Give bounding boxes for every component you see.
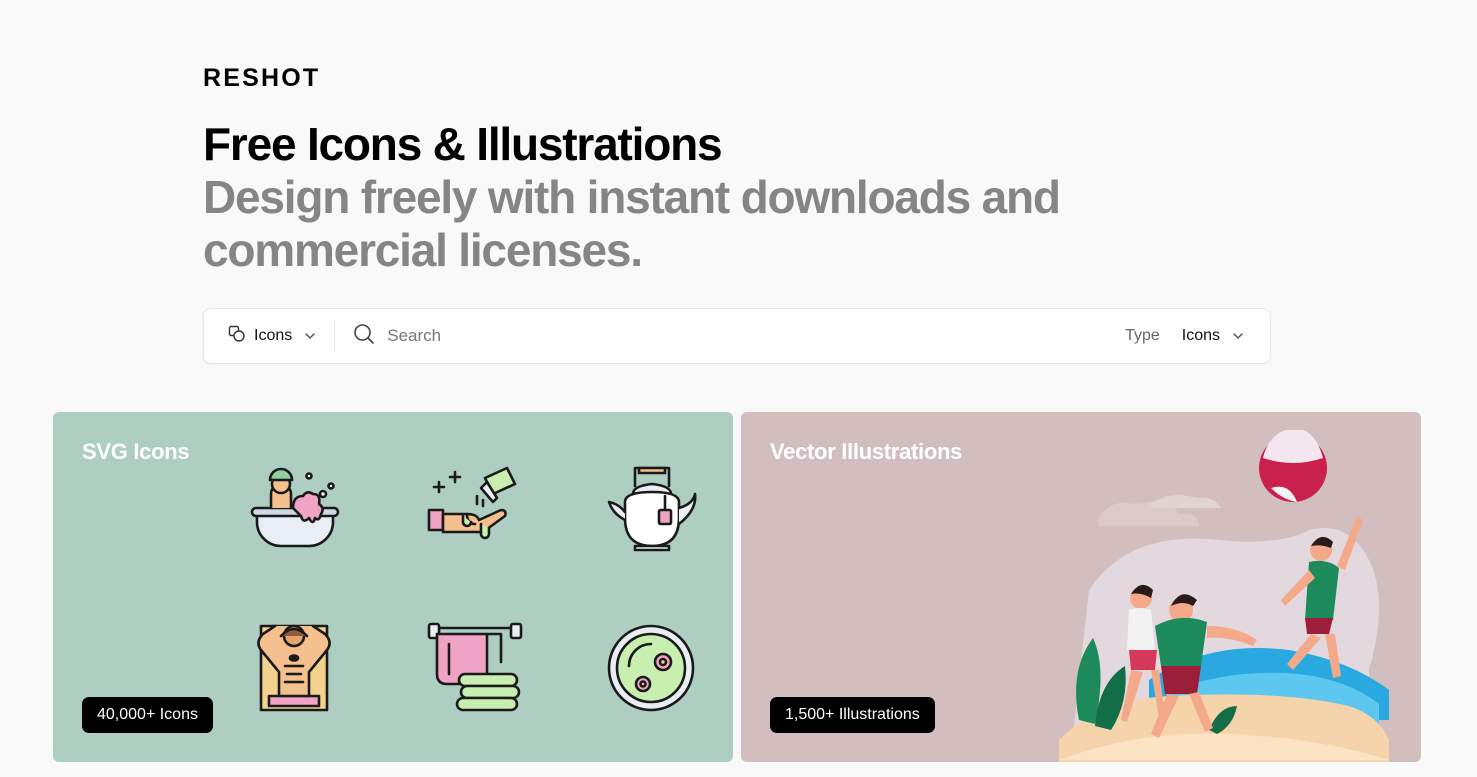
type-label: Type <box>1125 327 1160 344</box>
icons-count-badge: 40,000+ Icons <box>82 697 213 733</box>
illustrations-count-badge: 1,500+ Illustrations <box>770 697 935 733</box>
card-title: SVG Icons <box>82 439 190 464</box>
chevron-down-icon <box>304 327 316 345</box>
vector-illustrations-card[interactable]: Vector Illustrations 1,500+ Illustration… <box>741 412 1421 762</box>
massage-icon <box>257 624 331 712</box>
reshot-wordmark: RESHOT <box>203 66 320 88</box>
towels-icon <box>427 622 523 712</box>
beach-volleyball-illustration <box>1059 430 1389 762</box>
page-title: Free Icons & Illustrations <box>203 118 723 170</box>
spa-bowl-icon <box>607 624 695 712</box>
shapes-icon <box>228 325 246 348</box>
hand-wash-icon <box>427 466 517 540</box>
teapot-icon <box>607 466 697 552</box>
card-title: Vector Illustrations <box>770 439 963 464</box>
search-icon <box>353 323 375 350</box>
category-label: Icons <box>254 327 293 344</box>
search-bar: Icons Type Icons <box>203 308 1271 364</box>
type-filter: Type Icons <box>1125 309 1270 363</box>
svg-text:RESHOT: RESHOT <box>203 66 320 88</box>
search-field <box>335 309 1125 363</box>
page-subtitle: Design freely with instant downloads and… <box>203 171 1061 276</box>
type-dropdown[interactable]: Icons <box>1182 327 1256 345</box>
reshot-logo[interactable]: RESHOT <box>203 66 361 88</box>
svg-icons-card[interactable]: SVG Icons 40,000+ Icons <box>53 412 733 762</box>
type-value: Icons <box>1181 327 1220 344</box>
chevron-down-icon <box>1232 327 1244 345</box>
category-dropdown[interactable]: Icons <box>204 309 334 363</box>
search-input[interactable] <box>387 326 988 346</box>
bath-icon <box>250 467 340 548</box>
